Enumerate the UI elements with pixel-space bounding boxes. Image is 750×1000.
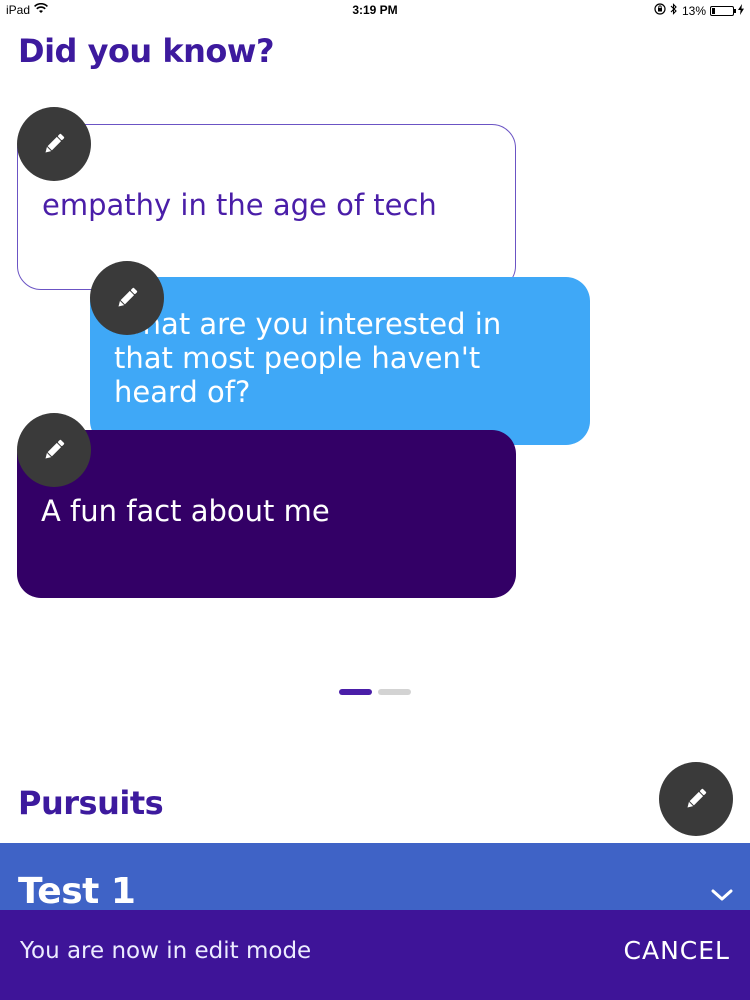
pursuit-item-1-title: Test 1 [18, 871, 136, 912]
charging-icon [738, 3, 744, 18]
pencil-icon [118, 287, 138, 307]
edit-mode-bar: You are now in edit mode CANCEL [0, 910, 750, 1000]
pencil-icon [687, 788, 707, 808]
pager-dot-2[interactable] [378, 689, 411, 695]
pencil-icon [45, 439, 65, 459]
cancel-button[interactable]: CANCEL [624, 936, 730, 965]
prompt-card-1[interactable]: empathy in the age of tech [17, 124, 516, 290]
edit-card-3-button[interactable] [17, 413, 91, 487]
battery-icon [710, 5, 736, 16]
pursuits-title: Pursuits [18, 784, 164, 822]
prompt-card-3[interactable]: A fun fact about me [17, 430, 516, 598]
pencil-icon [45, 133, 65, 153]
pursuit-item-1[interactable]: Test 1 [0, 843, 750, 913]
pager-dot-1[interactable] [339, 689, 372, 695]
did-you-know-title: Did you know? [18, 32, 275, 70]
prompt-card-2-text: What are you interested in that most peo… [114, 307, 502, 409]
edit-pursuits-button[interactable] [659, 762, 733, 836]
chevron-down-icon[interactable] [710, 887, 734, 903]
status-time: 3:19 PM [352, 3, 398, 17]
prompt-card-1-text: empathy in the age of tech [42, 188, 437, 222]
prompt-card-3-text: A fun fact about me [41, 494, 330, 528]
edit-card-1-button[interactable] [17, 107, 91, 181]
prompt-card-2[interactable]: What are you interested in that most peo… [90, 277, 590, 445]
edit-mode-message: You are now in edit mode [20, 938, 312, 964]
orientation-lock-icon [654, 3, 666, 18]
status-bar-right: 13% [654, 3, 744, 18]
card-pagination[interactable] [339, 689, 411, 695]
status-bar: iPad 3:19 PM 13% [0, 0, 750, 20]
bluetooth-icon [670, 3, 678, 18]
edit-card-2-button[interactable] [90, 261, 164, 335]
battery-percent: 13% [681, 3, 706, 18]
